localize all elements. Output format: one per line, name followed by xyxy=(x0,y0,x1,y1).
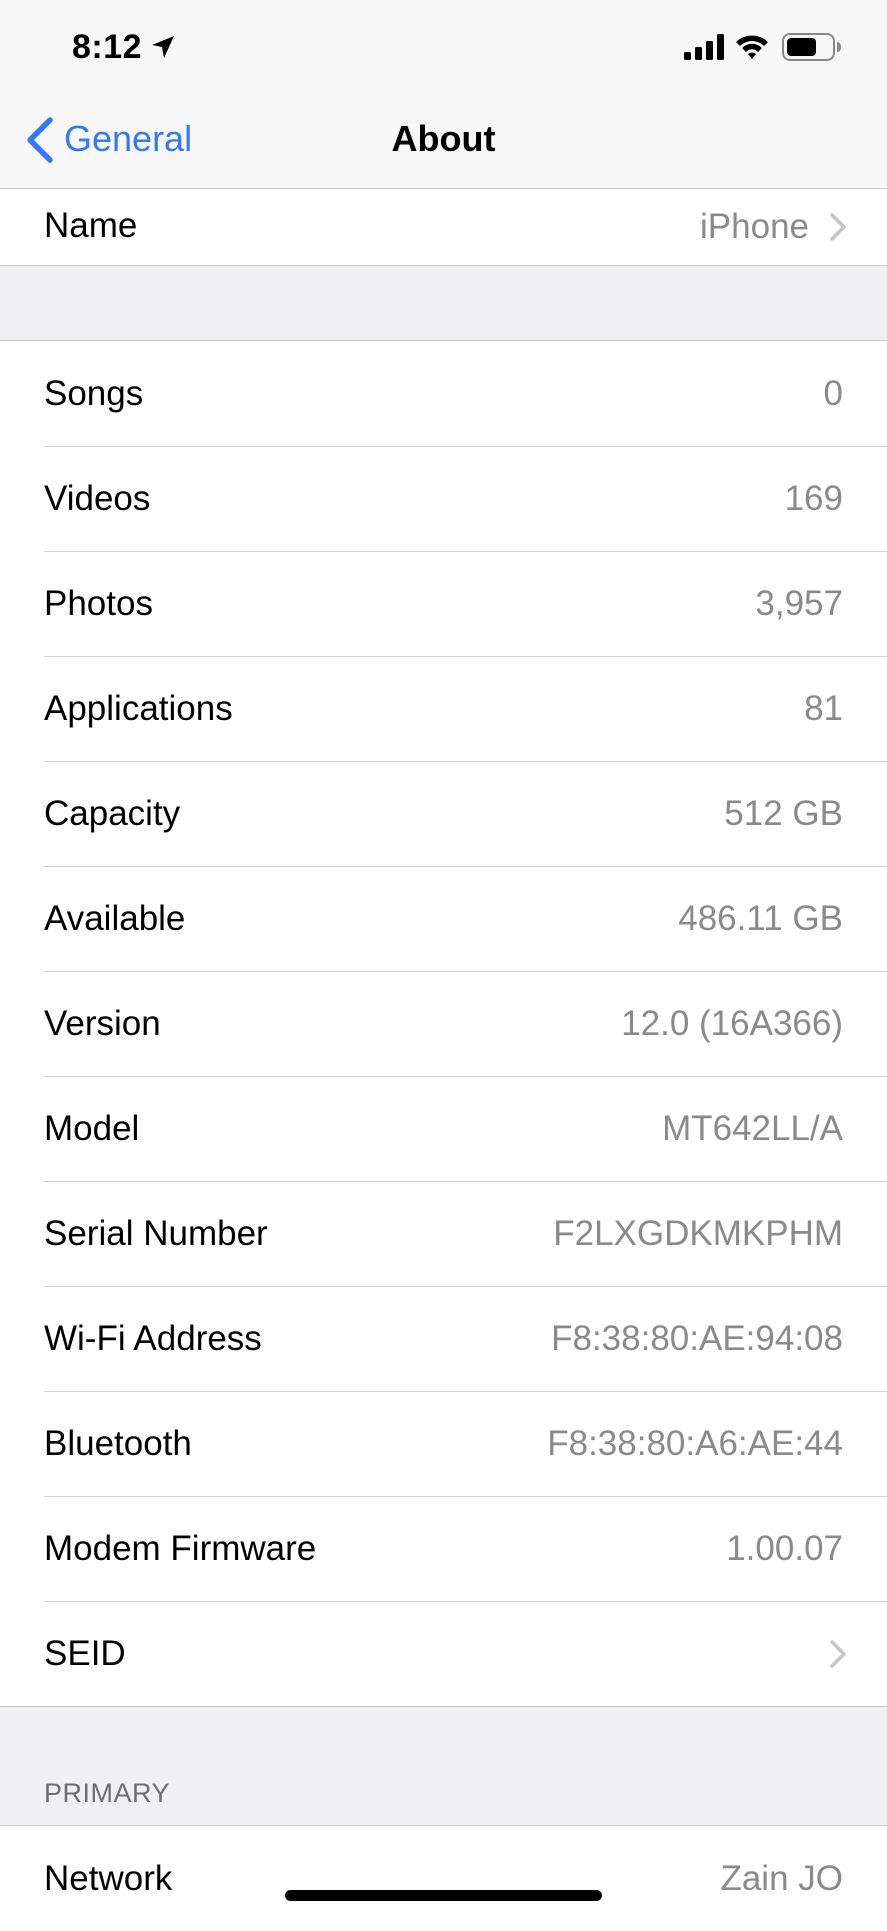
location-arrow-icon xyxy=(152,36,174,58)
row-label: Serial Number xyxy=(44,1213,268,1253)
home-indicator[interactable] xyxy=(285,1890,602,1901)
row-label: Modem Firmware xyxy=(44,1528,317,1568)
row-value: F8:38:80:AE:94:08 xyxy=(551,1318,843,1358)
info-row-available: Available 486.11 GB xyxy=(0,866,887,971)
name-group: Name iPhone xyxy=(0,189,887,266)
row-label: Version xyxy=(44,1003,161,1043)
row-label: Capacity xyxy=(44,793,181,833)
cellular-signal-icon xyxy=(684,34,724,60)
row-label: Model xyxy=(44,1108,140,1148)
info-row-videos: Videos 169 xyxy=(0,446,887,551)
info-row-applications: Applications 81 xyxy=(0,656,887,761)
section-header-primary: PRIMARY xyxy=(44,1778,171,1808)
row-value: iPhone xyxy=(700,207,809,246)
row-value: 3,957 xyxy=(755,583,843,623)
info-row-modem-firmware: Modem Firmware 1.00.07 xyxy=(0,1496,887,1601)
info-row-seid[interactable]: SEID xyxy=(0,1601,887,1706)
row-value: 1.00.07 xyxy=(726,1528,843,1568)
chevron-right-icon xyxy=(830,213,846,241)
row-value: 0 xyxy=(823,373,843,413)
battery-icon xyxy=(782,33,841,61)
info-group: Songs 0 Videos 169 Photos 3,957 Applicat… xyxy=(0,340,887,1707)
row-value: 12.0 (16A366) xyxy=(621,1003,843,1043)
row-value: F8:38:80:A6:AE:44 xyxy=(547,1423,843,1463)
row-value: 81 xyxy=(804,688,843,728)
row-value: 512 GB xyxy=(724,793,843,833)
row-label: Bluetooth xyxy=(44,1423,192,1463)
navigation-bar: General About xyxy=(0,92,887,189)
primary-row-network: Network Zain JO xyxy=(0,1826,887,1931)
row-value: MT642LL/A xyxy=(662,1108,843,1148)
info-row-bluetooth: Bluetooth F8:38:80:A6:AE:44 xyxy=(0,1391,887,1496)
row-label: SEID xyxy=(44,1633,126,1673)
info-row-model[interactable]: Model MT642LL/A xyxy=(0,1076,887,1181)
info-row-songs: Songs 0 xyxy=(0,341,887,446)
status-time: 8:12 xyxy=(72,28,143,66)
row-label: Name xyxy=(44,206,138,245)
row-label: Videos xyxy=(44,478,151,518)
row-value: 169 xyxy=(784,478,843,518)
row-label: Wi-Fi Address xyxy=(44,1318,262,1358)
status-bar: 8:12 xyxy=(0,0,887,92)
row-label: Applications xyxy=(44,688,233,728)
row-label: Available xyxy=(44,898,186,938)
row-label: Photos xyxy=(44,583,153,623)
row-label: Network xyxy=(44,1858,173,1898)
info-row-photos: Photos 3,957 xyxy=(0,551,887,656)
info-row-version: Version 12.0 (16A366) xyxy=(0,971,887,1076)
chevron-right-icon xyxy=(830,1639,846,1668)
info-row-wifi-address: Wi-Fi Address F8:38:80:AE:94:08 xyxy=(0,1286,887,1391)
row-label: Songs xyxy=(44,373,144,413)
page-title: About xyxy=(391,118,496,159)
name-row[interactable]: Name iPhone xyxy=(0,189,887,265)
row-value: 486.11 GB xyxy=(678,898,843,938)
row-value: Zain JO xyxy=(720,1858,843,1898)
wifi-icon xyxy=(736,35,768,59)
info-row-capacity: Capacity 512 GB xyxy=(0,761,887,866)
info-row-serial-number[interactable]: Serial Number F2LXGDKMKPHM xyxy=(0,1181,887,1286)
primary-group: Network Zain JO xyxy=(0,1825,887,1931)
row-value: F2LXGDKMKPHM xyxy=(553,1213,843,1253)
